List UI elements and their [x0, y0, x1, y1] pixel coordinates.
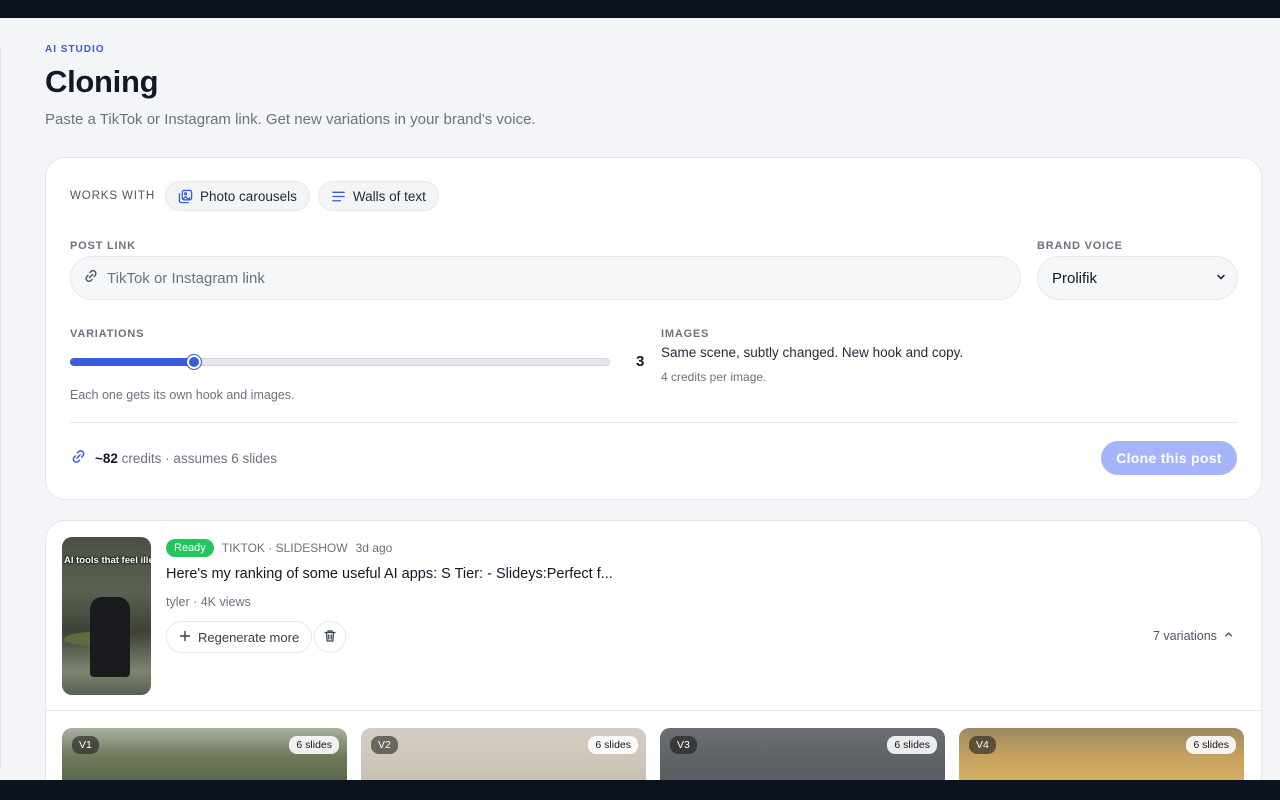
credits-suffix: credits · assumes 6 slides	[121, 450, 277, 466]
credits-link-icon	[70, 448, 87, 468]
slides-count: 6 slides	[887, 736, 937, 754]
job-source: TIKTOK · SLIDESHOW	[221, 541, 348, 555]
link-icon	[83, 268, 99, 289]
variation-card-v2[interactable]: V2 6 slides	[361, 728, 646, 780]
regenerate-more-button[interactable]: Regenerate more	[166, 621, 313, 653]
variations-label: VARIATIONS	[70, 328, 145, 340]
job-author-views: tyler · 4K views	[166, 595, 251, 609]
chip-label: Walls of text	[352, 188, 426, 204]
variation-card-v3[interactable]: V3 6 slides	[660, 728, 945, 780]
form-divider	[70, 422, 1238, 423]
clone-job-card: AI tools that feel illegal to know about…	[45, 520, 1262, 780]
chevron-up-icon	[1223, 629, 1234, 643]
clone-this-post-button[interactable]: Clone this post	[1101, 441, 1237, 475]
thumbnail-overlay-text: AI tools that feel illegal to know about	[64, 555, 151, 566]
job-meta: Ready TIKTOK · SLIDESHOW 3d ago	[166, 539, 392, 557]
text-lines-icon	[331, 189, 346, 204]
credits-estimate: ~82 credits · assumes 6 slides	[70, 448, 277, 468]
works-with-row: WORKS WITH Photo carousels Walls of text	[70, 181, 439, 211]
slider-fill	[70, 358, 194, 366]
brand-voice-select[interactable]: Prolifik	[1037, 256, 1238, 300]
images-description: Same scene, subtly changed. New hook and…	[661, 345, 964, 360]
variations-count: 7 variations	[1153, 629, 1217, 643]
credits-value: ~82	[95, 450, 118, 466]
variation-tag: V2	[371, 736, 398, 754]
trash-icon	[323, 629, 337, 646]
chip-label: Photo carousels	[200, 188, 297, 204]
images-credits: 4 credits per image.	[661, 370, 767, 384]
status-badge: Ready	[166, 539, 214, 557]
plus-icon	[179, 630, 191, 645]
slides-count: 6 slides	[289, 736, 339, 754]
clone-form-card: WORKS WITH Photo carousels Walls of text…	[45, 157, 1262, 500]
post-link-label: POST LINK	[70, 240, 136, 252]
variations-toggle[interactable]: 7 variations	[1153, 629, 1234, 643]
brand-voice-label: BRAND VOICE	[1037, 240, 1123, 252]
variations-help: Each one gets its own hook and images.	[70, 388, 295, 402]
chip-walls-of-text[interactable]: Walls of text	[317, 181, 439, 211]
job-age: 3d ago	[355, 541, 393, 555]
slider-thumb[interactable]	[186, 354, 202, 370]
works-with-label: WORKS WITH	[70, 190, 156, 202]
thumbnail-person	[90, 597, 130, 677]
variation-card-v1[interactable]: V1 6 slides	[62, 728, 347, 780]
brand-voice-value: Prolifik	[1052, 269, 1098, 287]
app-frame: AI STUDIO Cloning Paste a TikTok or Inst…	[0, 18, 1280, 780]
page-subtitle: Paste a TikTok or Instagram link. Get ne…	[45, 111, 536, 128]
source-thumbnail[interactable]: AI tools that feel illegal to know about	[62, 537, 151, 695]
job-title: Here's my ranking of some useful AI apps…	[166, 566, 613, 582]
post-link-input[interactable]	[107, 269, 987, 287]
variations-slider[interactable]	[70, 354, 610, 370]
slides-count: 6 slides	[1186, 736, 1236, 754]
page-title: Cloning	[45, 64, 159, 99]
delete-button[interactable]	[314, 621, 346, 653]
variation-tag: V4	[969, 736, 996, 754]
chevron-down-icon	[1215, 270, 1227, 287]
variation-tag: V3	[670, 736, 697, 754]
regenerate-label: Regenerate more	[198, 629, 300, 645]
section-eyebrow: AI STUDIO	[45, 44, 105, 55]
post-link-field[interactable]	[70, 256, 1021, 300]
images-label: IMAGES	[661, 328, 710, 340]
variation-tag: V1	[72, 736, 99, 754]
chip-photo-carousels[interactable]: Photo carousels	[165, 181, 310, 211]
job-divider	[46, 710, 1261, 711]
variation-card-v4[interactable]: V4 6 slides	[959, 728, 1244, 780]
photo-carousel-icon	[178, 189, 193, 204]
slides-count: 6 slides	[588, 736, 638, 754]
variations-value: 3	[636, 353, 645, 370]
